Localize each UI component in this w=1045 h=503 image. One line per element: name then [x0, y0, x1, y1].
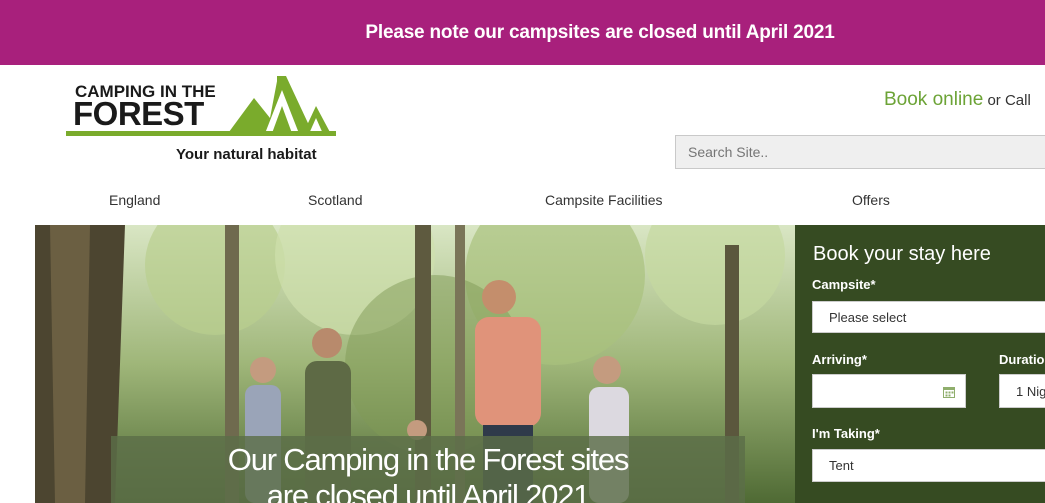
hero-caption: Our Camping in the Forest sites are clos… [111, 436, 745, 503]
closure-banner: Please note our campsites are closed unt… [0, 0, 1045, 65]
nav-item-scotland[interactable]: Scotland [308, 192, 362, 208]
book-online-cta[interactable]: Book online or Call [884, 89, 1031, 111]
logo-line2: FOREST [73, 95, 204, 132]
campsite-label: Campsite* [812, 277, 876, 292]
campsite-select-value: Please select [829, 309, 907, 325]
duration-select[interactable]: 1 Nig [999, 374, 1045, 408]
or-call-text: or Call [983, 92, 1031, 109]
nav-item-campsite-facilities[interactable]: Campsite Facilities [545, 192, 662, 208]
duration-select-value: 1 Nig [1016, 383, 1045, 399]
taking-label: I'm Taking* [812, 426, 880, 441]
banner-text: Please note our campsites are closed unt… [365, 21, 835, 43]
duration-label: Duratio [999, 352, 1045, 367]
search-input[interactable] [675, 135, 1045, 169]
logo-underline [66, 131, 336, 136]
calendar-icon[interactable] [943, 386, 955, 398]
booking-panel: Book your stay here Campsite* Please sel… [795, 225, 1045, 503]
nav-item-england[interactable]: England [109, 192, 160, 208]
book-online-link[interactable]: Book online [884, 89, 983, 110]
hero-caption-line2: are closed until April 2021 [266, 478, 591, 503]
tent-trees-icon [226, 76, 332, 136]
logo-tagline: Your natural habitat [176, 146, 317, 163]
main-nav: England Scotland Campsite Facilities Off… [0, 188, 1045, 214]
nav-item-offers[interactable]: Offers [852, 192, 890, 208]
arriving-label: Arriving* [812, 352, 867, 367]
campsite-select[interactable]: Please select [812, 301, 1045, 333]
hero-image: Our Camping in the Forest sites are clos… [35, 225, 795, 503]
site-logo[interactable]: CAMPING IN THE FOREST Your natural habit… [66, 76, 338, 168]
taking-select[interactable]: Tent [812, 449, 1045, 482]
booking-title: Book your stay here [813, 243, 991, 265]
site-header: CAMPING IN THE FOREST Your natural habit… [0, 65, 1045, 225]
taking-select-value: Tent [829, 458, 854, 473]
arriving-date-input[interactable] [812, 374, 966, 408]
hero-caption-line1: Our Camping in the Forest sites [227, 442, 630, 477]
